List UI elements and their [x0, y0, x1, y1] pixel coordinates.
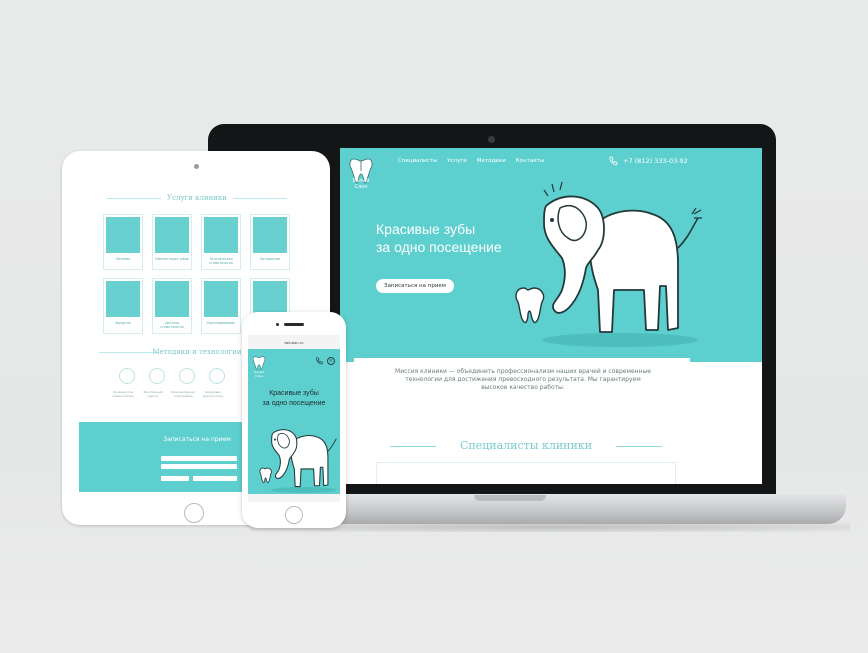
service-elephant-image: [106, 281, 140, 317]
service-label: Имплантация зубов: [155, 257, 189, 261]
service-label: Детская стоматология: [160, 321, 184, 329]
service-elephant-image: [204, 281, 238, 317]
close-icon[interactable]: ×: [327, 357, 335, 365]
laptop-screen: Белый Слон Специалисты Услуги Методики К…: [340, 148, 762, 484]
service-label: Протезирование: [207, 321, 235, 325]
service-label: Ортодонтия: [259, 257, 281, 261]
logo-text: Белый Слон: [253, 370, 265, 378]
methods-icons: [119, 368, 225, 384]
divider: [616, 446, 662, 447]
phone-field[interactable]: [161, 464, 237, 469]
divider: [390, 446, 436, 447]
mission-line1: Миссия клиники — объединить профессионал…: [395, 368, 651, 375]
nav-item-methods[interactable]: Методики: [477, 158, 506, 164]
elephant-illustration: [259, 429, 337, 493]
service-card[interactable]: Имплантация зубов: [152, 214, 192, 270]
method-label: Безопасный наркоз: [143, 390, 163, 398]
service-label: Эстетическая стоматология: [209, 257, 233, 265]
hero-headline: Красивые зубы за одно посещение: [248, 389, 340, 409]
mission-text: Миссия клиники — объединить профессионал…: [362, 368, 684, 392]
date-field[interactable]: [161, 476, 189, 481]
laptop-camera: [488, 136, 495, 143]
service-elephant-image: [253, 217, 287, 253]
elephant-illustration: [515, 181, 702, 347]
address-url: bel-slon.ru: [284, 341, 304, 345]
service-elephant-image: [155, 217, 189, 253]
service-card[interactable]: Лечение: [103, 214, 143, 270]
nav-item-contacts[interactable]: Контакты: [516, 158, 544, 164]
mission-line2: технологии для достижения превосходного …: [405, 376, 641, 383]
phone-screen: bel-slon.ru Белый Слон × Красивые зубы з…: [248, 335, 340, 502]
service-label: Хирургия: [115, 321, 131, 325]
logo-text: Белый Слон: [352, 178, 370, 190]
method-label: Компьютерная томография: [171, 390, 195, 398]
diagnostics-icon: [209, 368, 225, 384]
microscope-icon: [119, 368, 135, 384]
tablet-camera: [194, 164, 199, 169]
service-card[interactable]: Эстетическая стоматология: [201, 214, 241, 270]
service-elephant-image: [106, 217, 140, 253]
specialists-card: [376, 462, 676, 484]
phone-speaker: [284, 323, 304, 326]
hero-headline-line1: Красивые зубы: [269, 390, 319, 397]
nav-item-specialists[interactable]: Специалисты: [398, 158, 437, 164]
laptop-base: [262, 494, 846, 524]
service-label: Лечение: [115, 257, 131, 261]
browser-toolbar: [248, 494, 340, 502]
specialists-title: Специалисты клиники: [459, 439, 593, 452]
nav-item-services[interactable]: Услуги: [447, 158, 467, 164]
mission-line3: высокое качество работы.: [481, 384, 565, 391]
laptop-notch: [474, 495, 546, 501]
hero-section: Белый Слон Специалисты Услуги Методики К…: [340, 148, 762, 362]
tooth-logo-icon[interactable]: [252, 355, 266, 371]
anesthesia-icon: [149, 368, 165, 384]
appointment-button[interactable]: Записаться на прием: [376, 279, 454, 293]
service-card[interactable]: Детская стоматология: [152, 278, 192, 334]
service-card[interactable]: Протезирование: [201, 278, 241, 334]
main-nav: Специалисты Услуги Методики Контакты: [398, 158, 544, 164]
name-field[interactable]: [161, 456, 237, 461]
phone-icon[interactable]: [315, 357, 323, 365]
method-label: Лечение под микроскопом: [112, 390, 134, 398]
phone-home-button[interactable]: [285, 506, 303, 524]
hero-headline-line2: за одно посещение: [262, 400, 326, 407]
service-elephant-image: [204, 217, 238, 253]
time-field[interactable]: [193, 476, 237, 481]
divider: [233, 198, 287, 199]
service-elephant-image: [155, 281, 189, 317]
service-card[interactable]: Хирургия: [103, 278, 143, 334]
tablet-home-button[interactable]: [184, 503, 204, 523]
phone-camera: [276, 323, 279, 326]
method-label: Цифровая диагностика: [202, 390, 224, 398]
methods-labels: Лечение под микроскопом Безопасный нарко…: [111, 390, 225, 398]
phone-number[interactable]: +7 (812) 333-03-92: [623, 157, 688, 165]
tomography-icon: [179, 368, 195, 384]
phone-icon[interactable]: [608, 156, 618, 166]
service-card[interactable]: Ортодонтия: [250, 214, 290, 270]
